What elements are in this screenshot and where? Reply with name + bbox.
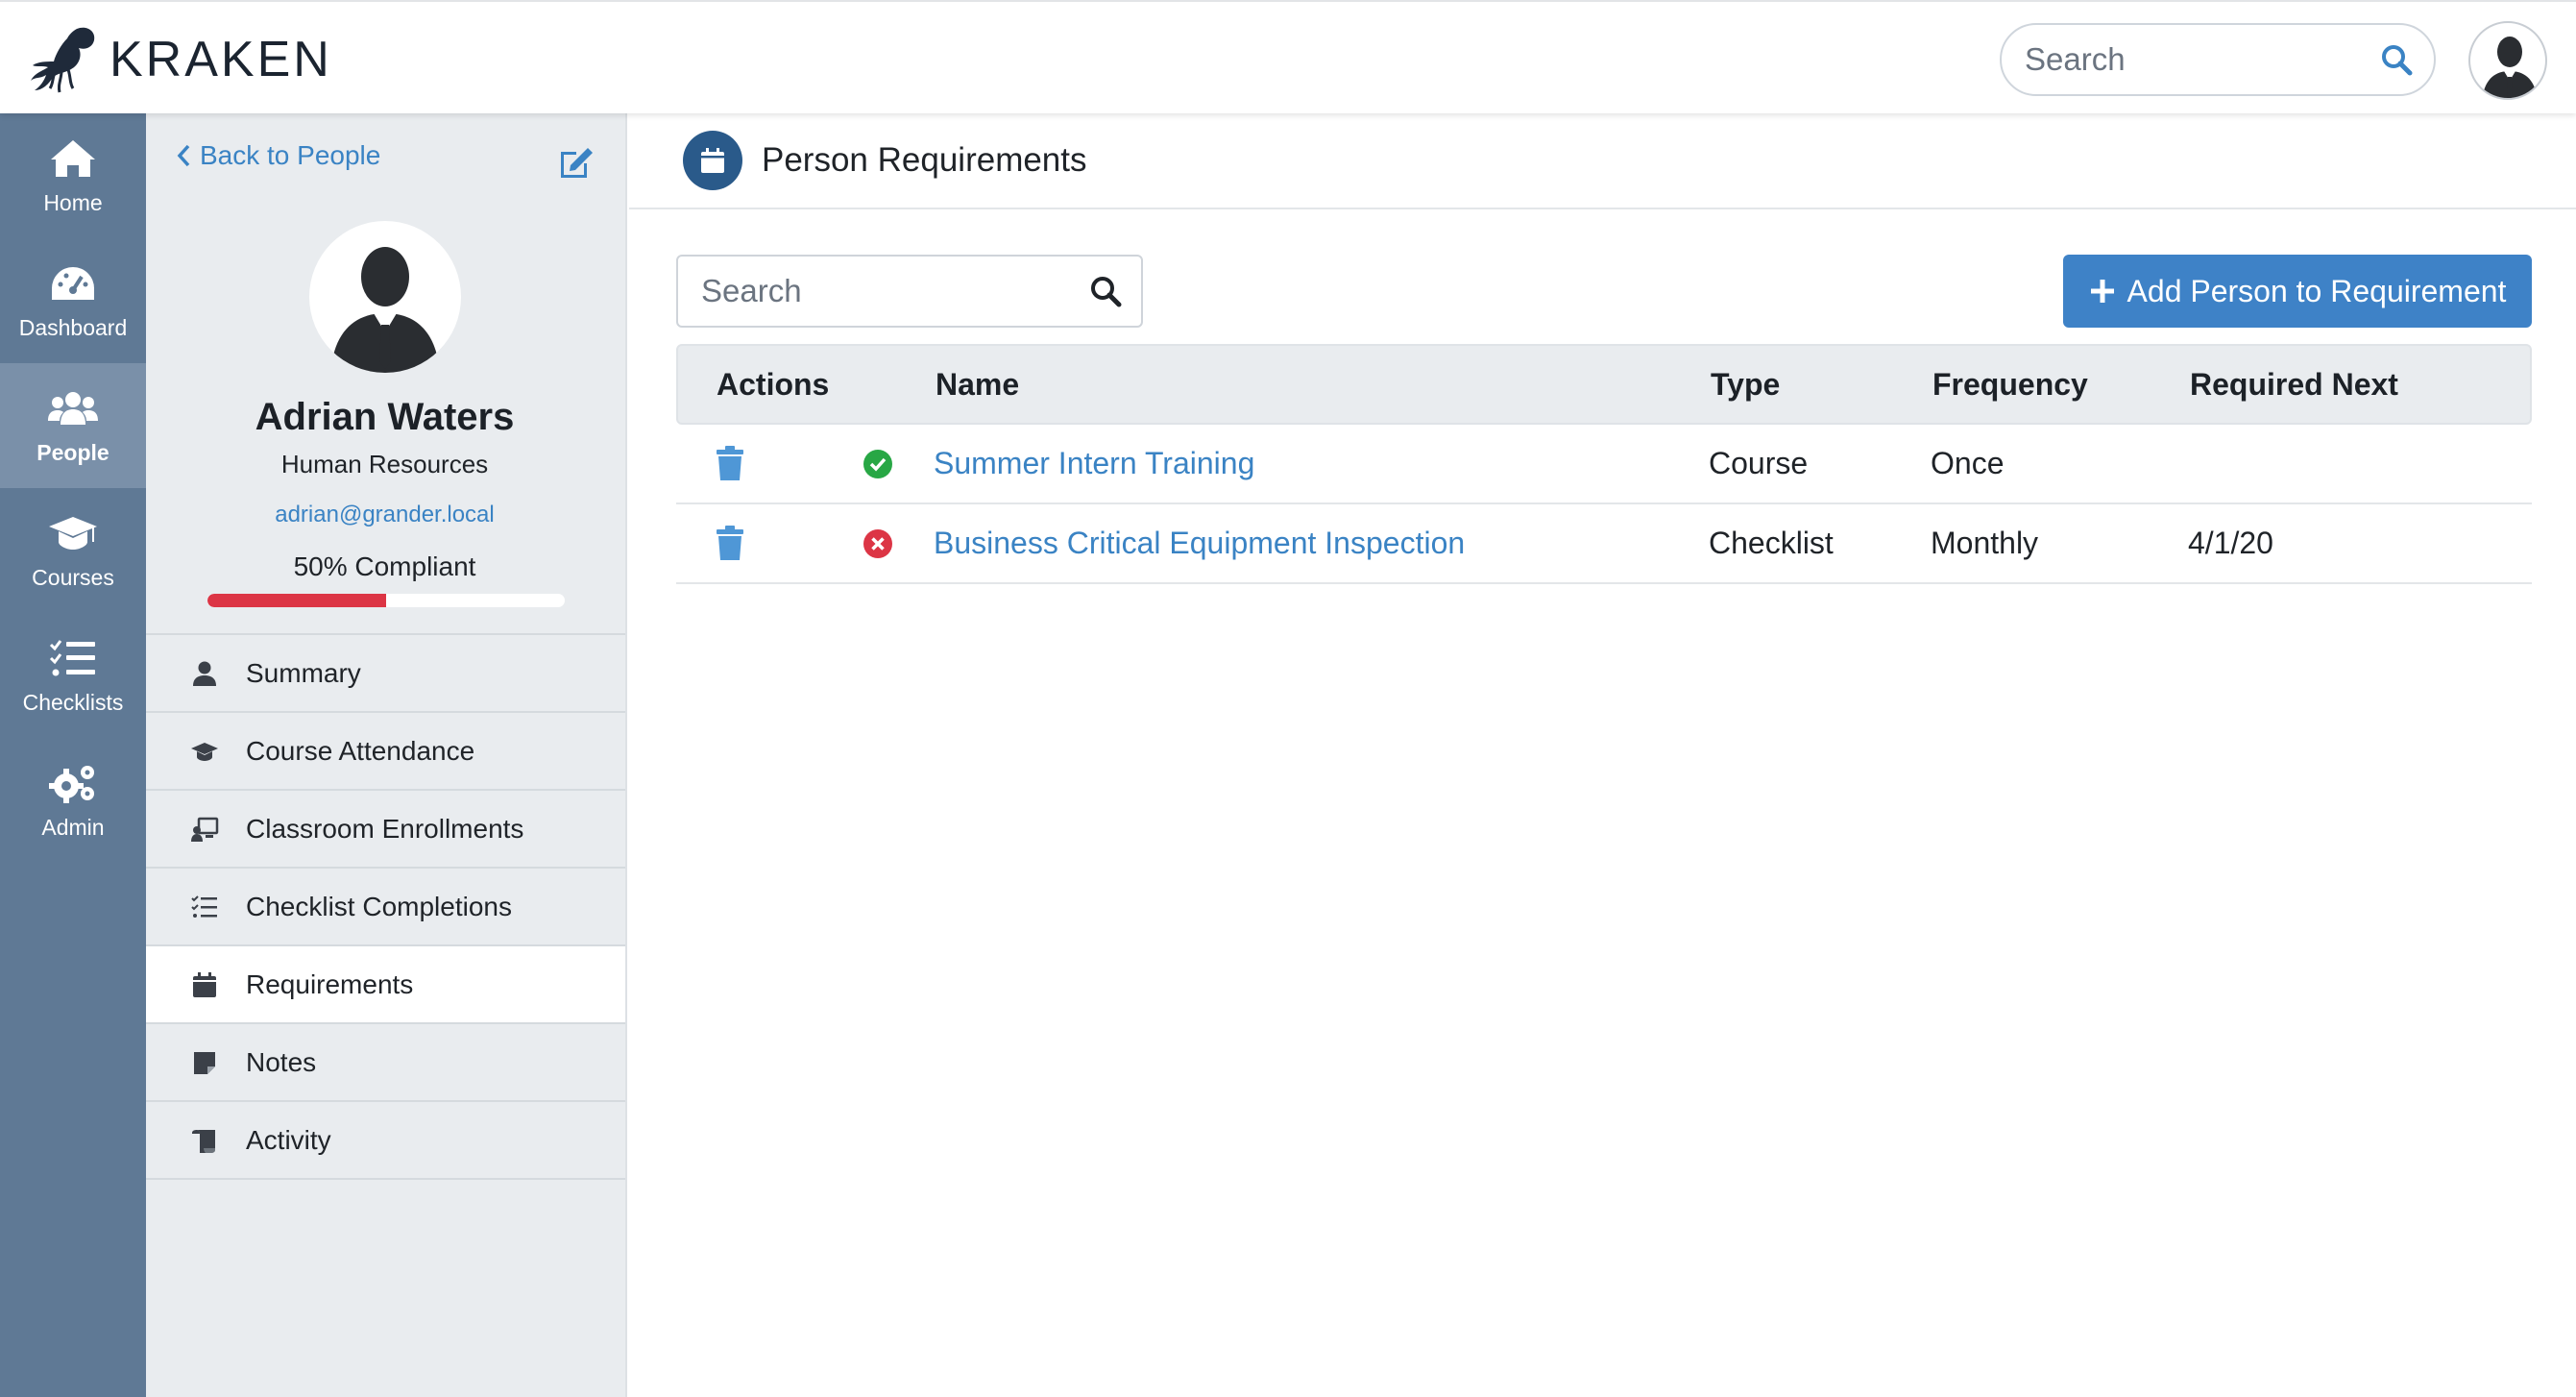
requirement-frequency: Monthly (1931, 526, 2039, 560)
menu-item-label: Checklist Completions (246, 891, 512, 921)
nav-label: Admin (41, 814, 105, 840)
menu-item-label: Course Attendance (246, 735, 475, 766)
x-circle-icon (863, 528, 892, 558)
column-header-name[interactable]: Name (936, 346, 1019, 423)
requirement-name-link[interactable]: Summer Intern Training (934, 425, 1254, 502)
search-icon[interactable] (1089, 275, 1122, 307)
nav-label: Home (43, 189, 103, 215)
avatar-silhouette-icon (330, 247, 440, 373)
app-name: KRAKEN (109, 32, 332, 87)
status-complete-indicator (863, 425, 893, 502)
global-search-input[interactable]: Search (2000, 23, 2436, 96)
menu-item-summary[interactable]: Summary (146, 635, 625, 713)
header-badge (683, 131, 742, 190)
people-icon (48, 391, 98, 425)
trash-icon (717, 525, 743, 560)
page-header: Person Requirements (629, 113, 2576, 209)
graduation-cap-icon (191, 742, 218, 761)
nav-item-dashboard[interactable]: Dashboard (0, 238, 146, 363)
requirement-required-next: 4/1/20 (2188, 526, 2273, 560)
nav-label: Checklists (22, 689, 124, 715)
nav-label: People (36, 439, 109, 465)
user-avatar[interactable] (2468, 21, 2547, 100)
nav-item-admin[interactable]: Admin (0, 738, 146, 863)
delete-row-button[interactable] (715, 504, 745, 582)
nav-item-people[interactable]: People (0, 363, 146, 488)
column-header-actions[interactable]: Actions (717, 346, 829, 423)
top-bar: KRAKEN Search (0, 0, 2576, 113)
checklist-icon (49, 639, 95, 675)
chevron-left-icon (177, 144, 190, 167)
back-to-people-link[interactable]: Back to People (175, 140, 380, 171)
status-incomplete-indicator (863, 504, 893, 582)
page-title: Person Requirements (762, 141, 1087, 179)
requirements-search-placeholder: Search (701, 273, 802, 308)
classroom-icon (191, 817, 219, 842)
table-row: Business Critical Equipment Inspection C… (676, 504, 2532, 584)
kraken-logo-icon (31, 27, 95, 93)
compliance-progress-bar (207, 594, 565, 607)
requirements-search-input[interactable]: Search (676, 255, 1143, 328)
menu-item-label: Summary (246, 657, 361, 688)
column-header-required-next[interactable]: Required Next (2190, 346, 2398, 423)
nav-item-checklists[interactable]: Checklists (0, 613, 146, 738)
table-row: Summer Intern Training Course Once (676, 425, 2532, 504)
gears-icon (49, 765, 94, 803)
requirement-frequency: Once (1931, 446, 2005, 480)
nav-item-courses[interactable]: Courses (0, 488, 146, 613)
menu-item-label: Notes (246, 1046, 317, 1077)
menu-item-label: Classroom Enrollments (246, 813, 524, 844)
person-profile-panel: Back to People Adrian Waters Human Resou… (146, 113, 627, 1397)
note-icon (194, 1051, 215, 1074)
edit-icon[interactable] (557, 144, 595, 179)
scroll-icon (192, 1129, 215, 1153)
compliance-progress-fill (207, 594, 386, 607)
add-person-to-requirement-button[interactable]: Add Person to Requirement (2063, 255, 2532, 328)
person-department: Human Resources (280, 450, 489, 478)
add-button-label: Add Person to Requirement (2126, 273, 2507, 308)
menu-item-requirements[interactable]: Requirements (146, 946, 625, 1024)
menu-item-checklist-completions[interactable]: Checklist Completions (146, 869, 625, 946)
check-circle-icon (863, 449, 892, 478)
profile-menu: Summary Course Attendance Classroom Enro… (146, 633, 625, 1180)
checklist-icon (191, 895, 217, 918)
nav-label: Courses (32, 564, 114, 590)
requirements-table: Actions Name Type Frequency Required Nex… (676, 344, 2532, 584)
calendar-icon (701, 148, 724, 173)
nav-item-home[interactable]: Home (0, 113, 146, 238)
avatar-silhouette-icon (2482, 37, 2538, 98)
person-name: Adrian Waters (255, 396, 515, 438)
global-search-placeholder: Search (2025, 41, 2126, 77)
menu-item-classroom-enrollments[interactable]: Classroom Enrollments (146, 791, 625, 869)
primary-nav: Home Dashboard People Courses Checklists… (0, 113, 146, 1397)
calendar-icon (193, 971, 216, 997)
delete-row-button[interactable] (715, 425, 745, 502)
requirement-name-link[interactable]: Business Critical Equipment Inspection (934, 504, 1465, 582)
trash-icon (717, 445, 743, 480)
back-to-people-label: Back to People (200, 140, 381, 170)
nav-label: Dashboard (18, 314, 128, 340)
graduation-cap-icon (49, 516, 97, 550)
menu-item-label: Requirements (246, 968, 414, 999)
menu-item-notes[interactable]: Notes (146, 1024, 625, 1102)
app-logo[interactable]: KRAKEN (27, 21, 332, 98)
table-header: Actions Name Type Frequency Required Nex… (676, 344, 2532, 425)
profile-avatar (309, 221, 461, 373)
column-header-frequency[interactable]: Frequency (1932, 346, 2088, 423)
requirement-type: Checklist (1709, 526, 1834, 560)
plus-icon (2090, 280, 2114, 303)
home-icon (51, 139, 95, 177)
person-email-link[interactable]: adrian@grander.local (146, 502, 623, 528)
user-icon (193, 661, 216, 686)
menu-item-label: Activity (246, 1124, 331, 1155)
menu-item-course-attendance[interactable]: Course Attendance (146, 713, 625, 791)
column-header-type[interactable]: Type (1711, 346, 1780, 423)
menu-item-activity[interactable]: Activity (146, 1102, 625, 1180)
dashboard-icon (52, 266, 94, 300)
search-icon[interactable] (2380, 43, 2413, 76)
requirement-type: Course (1709, 446, 1809, 480)
compliance-label: 50% Compliant (293, 551, 476, 581)
